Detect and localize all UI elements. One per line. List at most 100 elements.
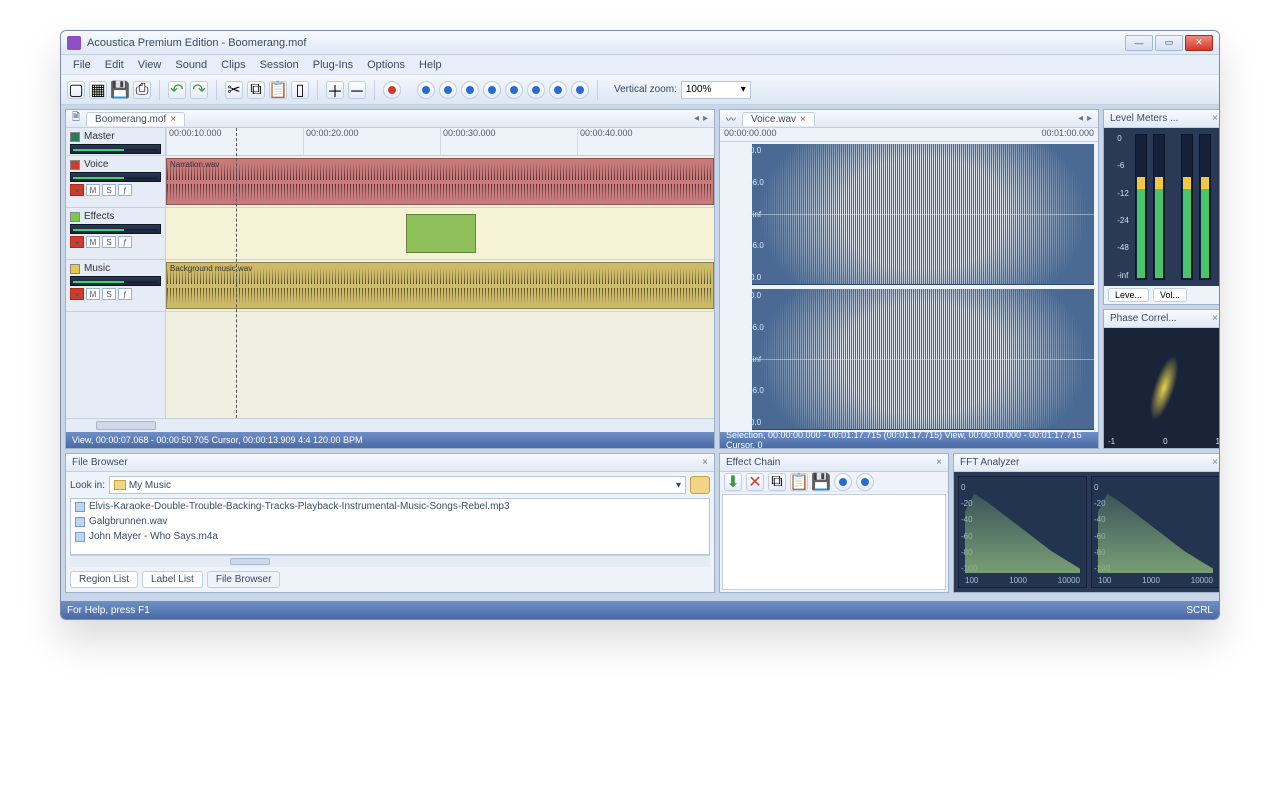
- fx-button[interactable]: ƒ: [118, 288, 132, 300]
- loop-button[interactable]: [527, 81, 545, 99]
- panel-close-button[interactable]: ×: [702, 457, 708, 468]
- file-item[interactable]: Galgbrunnen.wav: [71, 514, 709, 529]
- track-head-master[interactable]: Master: [66, 128, 165, 156]
- track-head[interactable]: Music●MSƒ: [66, 260, 165, 312]
- arm-record-button[interactable]: ●: [70, 236, 84, 248]
- zoom-out-button[interactable]: －: [348, 81, 366, 99]
- panel-close-button[interactable]: ×: [1212, 113, 1218, 124]
- menu-options[interactable]: Options: [361, 57, 411, 73]
- tab-next-button[interactable]: ▸: [703, 113, 708, 124]
- horizontal-scrollbar[interactable]: [66, 418, 714, 432]
- effect-chain-list[interactable]: [722, 494, 946, 590]
- fx-button[interactable]: ƒ: [118, 236, 132, 248]
- track-area[interactable]: 00:00:10.00000:00:20.00000:00:30.00000:0…: [166, 128, 714, 418]
- meter-tab[interactable]: Vol...: [1153, 288, 1187, 302]
- wave-time-ruler[interactable]: 00:00:00.000 00:01:00.000: [720, 128, 1098, 142]
- fx-button[interactable]: ƒ: [118, 184, 132, 196]
- mute-button[interactable]: M: [86, 184, 100, 196]
- browser-tab[interactable]: Region List: [70, 571, 138, 588]
- scrollbar-thumb[interactable]: [230, 558, 270, 565]
- pause-button[interactable]: [505, 81, 523, 99]
- volume-slider[interactable]: [70, 144, 161, 154]
- mute-button[interactable]: M: [86, 236, 100, 248]
- forward-end-button[interactable]: [571, 81, 589, 99]
- save-chain-button[interactable]: 💾: [812, 473, 830, 491]
- menu-sound[interactable]: Sound: [169, 57, 213, 73]
- tab-prev-button[interactable]: ◂: [694, 113, 699, 124]
- save-button[interactable]: 💾: [111, 81, 129, 99]
- audio-clip[interactable]: [406, 214, 476, 253]
- titlebar[interactable]: Acoustica Premium Edition - Boomerang.mo…: [61, 31, 1219, 55]
- maximize-button[interactable]: ▭: [1155, 35, 1183, 51]
- up-folder-button[interactable]: [690, 476, 710, 494]
- arm-record-button[interactable]: ●: [70, 184, 84, 196]
- menu-session[interactable]: Session: [254, 57, 305, 73]
- track-head[interactable]: Voice●MSƒ: [66, 156, 165, 208]
- wave-tab[interactable]: Voice.wav×: [742, 112, 815, 126]
- mute-button[interactable]: M: [86, 288, 100, 300]
- new-button[interactable]: ▢: [67, 81, 85, 99]
- folder-combo[interactable]: My Music▾: [109, 476, 686, 494]
- panel-close-button[interactable]: ×: [936, 457, 942, 468]
- file-list-scrollbar[interactable]: [70, 555, 710, 567]
- undo-button[interactable]: ↶: [168, 81, 186, 99]
- menu-file[interactable]: File: [67, 57, 97, 73]
- rewind-button[interactable]: [439, 81, 457, 99]
- audio-clip[interactable]: Background music.wav: [166, 262, 714, 309]
- rewind-start-button[interactable]: [417, 81, 435, 99]
- select-tool-button[interactable]: ▯: [291, 81, 309, 99]
- minimize-button[interactable]: —: [1125, 35, 1153, 51]
- browser-tab[interactable]: File Browser: [207, 571, 281, 588]
- volume-slider[interactable]: [70, 224, 161, 234]
- redo-button[interactable]: ↷: [190, 81, 208, 99]
- volume-slider[interactable]: [70, 276, 161, 286]
- chain-next-button[interactable]: [856, 473, 874, 491]
- menu-help[interactable]: Help: [413, 57, 448, 73]
- session-tab[interactable]: Boomerang.mof×: [86, 112, 185, 126]
- panel-close-button[interactable]: ×: [1212, 457, 1218, 468]
- cut-button[interactable]: ✂: [225, 81, 243, 99]
- tab-prev-button[interactable]: ◂: [1078, 113, 1083, 124]
- waveform-channel-right[interactable]: 0.0-6.0-inf-6.00.0: [752, 289, 1094, 430]
- volume-slider[interactable]: [70, 172, 161, 182]
- browser-tab[interactable]: Label List: [142, 571, 203, 588]
- forward-button[interactable]: [549, 81, 567, 99]
- copy-button[interactable]: ⧉: [247, 81, 265, 99]
- track-lane-effects[interactable]: [166, 208, 714, 260]
- copy-chain-button[interactable]: ⧉: [768, 473, 786, 491]
- solo-button[interactable]: S: [102, 288, 116, 300]
- menu-plug-ins[interactable]: Plug-Ins: [307, 57, 359, 73]
- file-item[interactable]: Elvis-Karaoke-Double-Trouble-Backing-Tra…: [71, 499, 709, 514]
- add-effect-button[interactable]: ⬇: [724, 473, 742, 491]
- tab-next-button[interactable]: ▸: [1087, 113, 1092, 124]
- remove-effect-button[interactable]: ✕: [746, 473, 764, 491]
- play-button[interactable]: [483, 81, 501, 99]
- meter-tab[interactable]: Leve...: [1108, 288, 1149, 302]
- file-list[interactable]: Elvis-Karaoke-Double-Trouble-Backing-Tra…: [70, 498, 710, 555]
- scrollbar-thumb[interactable]: [96, 421, 156, 430]
- track-lane-music[interactable]: Background music.wav: [166, 260, 714, 312]
- menu-clips[interactable]: Clips: [215, 57, 251, 73]
- solo-button[interactable]: S: [102, 184, 116, 196]
- track-lane-voice[interactable]: Narration.wav: [166, 156, 714, 208]
- menu-edit[interactable]: Edit: [99, 57, 130, 73]
- close-icon[interactable]: ×: [800, 114, 806, 125]
- paste-chain-button[interactable]: 📋: [790, 473, 808, 491]
- close-icon[interactable]: ×: [170, 114, 176, 125]
- zoom-in-button[interactable]: ＋: [326, 81, 344, 99]
- save-as-button[interactable]: ⎙: [133, 81, 151, 99]
- time-ruler[interactable]: 00:00:10.00000:00:20.00000:00:30.00000:0…: [166, 128, 714, 156]
- audio-clip[interactable]: Narration.wav: [166, 158, 714, 205]
- file-item[interactable]: John Mayer - Who Says.m4a: [71, 529, 709, 544]
- close-button[interactable]: ✕: [1185, 35, 1213, 51]
- panel-close-button[interactable]: ×: [1212, 313, 1218, 324]
- solo-button[interactable]: S: [102, 236, 116, 248]
- waveform-channel-left[interactable]: 0.0-6.0-inf-6.00.0: [752, 144, 1094, 285]
- menu-view[interactable]: View: [132, 57, 168, 73]
- paste-button[interactable]: 📋: [269, 81, 287, 99]
- stop-button[interactable]: [461, 81, 479, 99]
- arm-record-button[interactable]: ●: [70, 288, 84, 300]
- open-button[interactable]: ▦: [89, 81, 107, 99]
- record-button[interactable]: [383, 81, 401, 99]
- playhead[interactable]: [236, 128, 237, 418]
